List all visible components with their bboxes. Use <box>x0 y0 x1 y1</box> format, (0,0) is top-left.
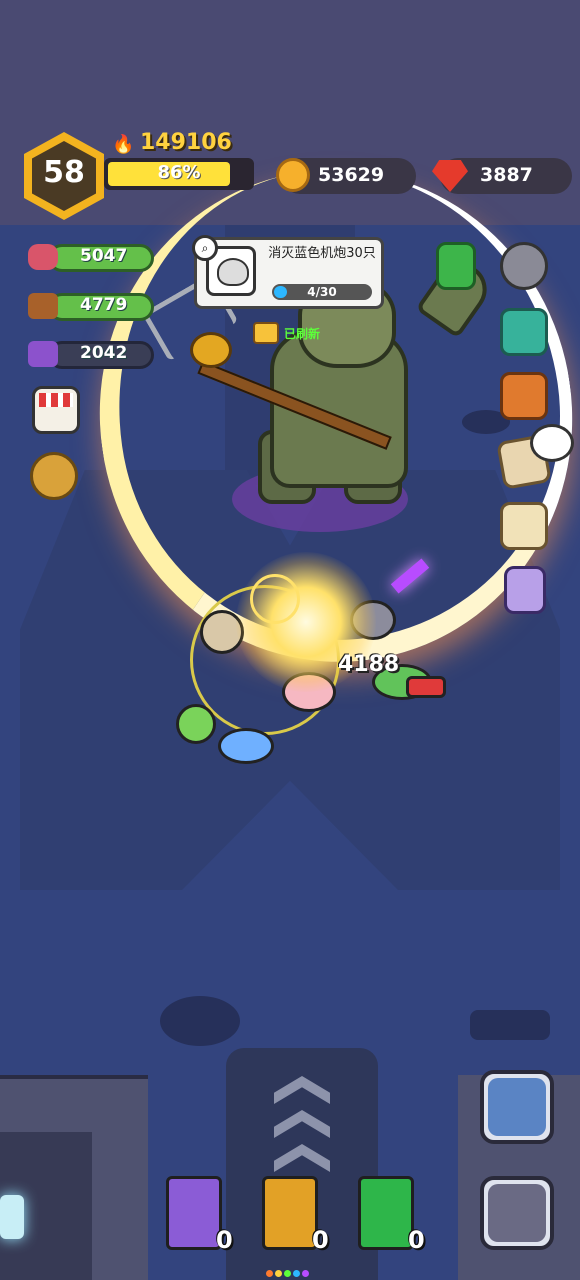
book-count: 0 <box>216 1226 233 1254</box>
portal-button[interactable] <box>480 1176 554 1250</box>
rank-medal-button[interactable] <box>30 452 78 500</box>
power-flame-icon: 🔥 <box>112 134 135 155</box>
meat-icon <box>28 244 58 270</box>
shop-awning-icon <box>39 393 73 407</box>
portal-gate-icon <box>488 1184 546 1242</box>
refreshed-label: 已刷新 <box>284 327 321 341</box>
gem-amount: 3887 <box>480 164 533 186</box>
green-cross-book-icon[interactable] <box>358 1176 414 1250</box>
combat-power: 149106 <box>140 130 232 155</box>
quest-title: 消灭蓝色机炮30只 <box>268 246 376 261</box>
portal-glow <box>0 1195 24 1239</box>
floor-crater <box>160 996 240 1046</box>
wood-log-icon <box>28 293 58 319</box>
hero-blue-knight[interactable] <box>218 728 274 764</box>
ore-amount: 2042 <box>80 343 128 363</box>
coin-amount: 53629 <box>318 164 385 186</box>
skull-face-icon <box>217 258 249 286</box>
page-dot <box>284 1270 291 1277</box>
xp-percent: 86% <box>157 162 201 183</box>
purple-ore-icon <box>28 341 58 367</box>
book-count: 0 <box>408 1226 425 1254</box>
book-count: 0 <box>312 1226 329 1254</box>
game-screen[interactable]: 4188 58 🔥 149106 86% 53629 3887 5047 477… <box>0 0 580 1280</box>
wood-amount: 4779 <box>80 295 128 315</box>
quest-progress-label: 4/30 <box>307 285 337 299</box>
damage-number: 4188 <box>338 652 400 677</box>
badge-card-icon[interactable] <box>504 566 546 614</box>
search-icon[interactable]: ⌕ <box>192 235 218 261</box>
coin-icon <box>276 158 310 192</box>
page-dot <box>293 1270 300 1277</box>
meat-amount: 5047 <box>80 246 128 266</box>
shop-button[interactable] <box>32 386 80 434</box>
hero-green-slime[interactable] <box>176 704 216 744</box>
gold-feather-book-icon[interactable] <box>262 1176 318 1250</box>
scroll-icon[interactable] <box>500 502 548 550</box>
hero-red-blade[interactable] <box>406 676 446 698</box>
crossed-sword-icon <box>488 1078 546 1136</box>
hit-spark-ring <box>250 574 300 624</box>
skull-bubble-icon <box>530 424 574 462</box>
purple-lightning-book-icon[interactable] <box>166 1176 222 1250</box>
auto-battle-button[interactable] <box>480 1070 554 1144</box>
player-level: 58 <box>43 155 85 190</box>
page-dot <box>275 1270 282 1277</box>
page-dot <box>302 1270 309 1277</box>
gear-icon[interactable] <box>500 242 548 290</box>
page-indicator <box>266 1262 322 1277</box>
treasure-chest-icon <box>253 322 279 344</box>
backpack-icon[interactable] <box>500 372 548 420</box>
page-dot <box>266 1270 273 1277</box>
mail-icon[interactable] <box>500 308 548 356</box>
green-book-button[interactable] <box>436 242 476 290</box>
floor-rock <box>470 1010 550 1040</box>
